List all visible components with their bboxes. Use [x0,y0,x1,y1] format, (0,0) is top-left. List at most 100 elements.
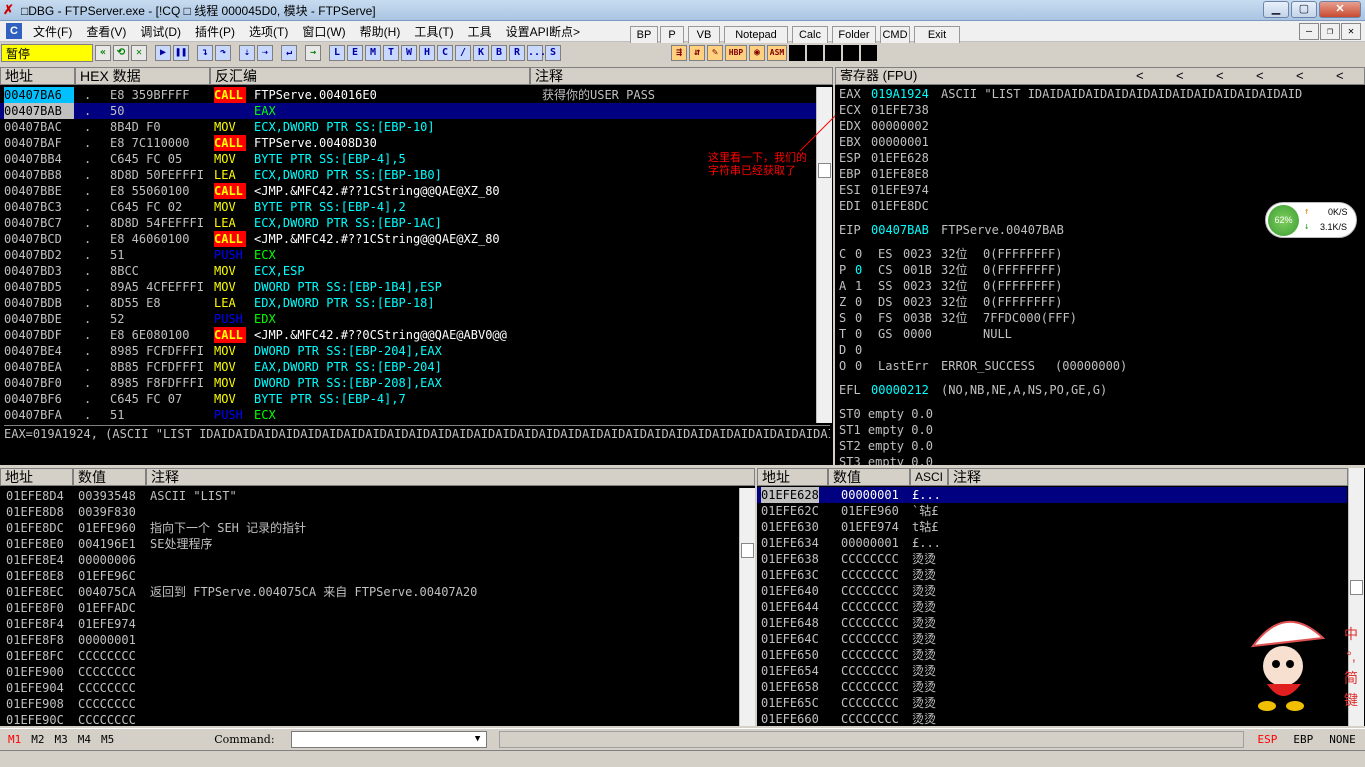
blank-tool-1[interactable] [789,45,805,61]
disasm-row[interactable]: 00407BDB. 8D55 E8 LEA EDX,DWORD PTR SS:[EBP… [0,295,816,311]
mdi-minimize-button[interactable]: – [1299,23,1319,40]
dump-col-header-value[interactable]: 数值 [73,468,146,486]
menu-plugins[interactable]: 插件(P) [188,23,242,40]
maximize-button[interactable]: ▢ [1291,1,1317,18]
patches-window-icon[interactable]: / [455,45,471,61]
references-window-icon[interactable]: R [509,45,525,61]
stack-pane[interactable]: 地址 数值 ASCI 注释 01EFE628 00000001 £... 01EFE6… [757,468,1365,726]
source-window-icon[interactable]: S [545,45,561,61]
minimize-button[interactable]: ▁ [1263,1,1289,18]
col-header-disasm[interactable]: 反汇编 [210,67,530,85]
plugin-icon-1[interactable]: ⇶ [671,45,687,61]
asm-icon[interactable]: ASM [767,45,787,61]
dump-row[interactable]: 01EFE8F0 01EFFADC [0,600,738,616]
hbp-icon[interactable]: HBP [725,45,747,61]
stack-row[interactable]: 01EFE638 CCCCCCCC 烫烫 [757,551,1347,567]
dump-row[interactable]: 01EFE90C CCCCCCCC [0,712,738,726]
pause-icon[interactable]: ❚❚ [173,45,189,61]
dump-col-header-address[interactable]: 地址 [0,468,73,486]
dump-col-header-comment[interactable]: 注释 [146,468,755,486]
register-nav-button[interactable]: < [1336,68,1364,84]
dump-row[interactable]: 01EFE8D4 00393548 ASCII "LIST" [0,488,738,504]
log-window-icon[interactable]: L [329,45,345,61]
reg-ebp-toggle[interactable]: EBP [1293,733,1313,746]
disasm-row[interactable]: 00407BC3. C645 FC 02 MOV BYTE PTR SS:[EBP-4… [0,199,816,215]
disasm-row[interactable]: 00407BC7. 8D8D 54FEFFFI LEA ECX,DWORD PTR S… [0,215,816,231]
plugin-icon-3[interactable]: ✎ [707,45,723,61]
register-nav-button[interactable]: < [1136,68,1176,84]
blank-tool-2[interactable] [807,45,823,61]
dump-scrollbar[interactable] [739,488,755,726]
dump-row[interactable]: 01EFE8E0 004196E1 SE处理程序 [0,536,738,552]
memtab-m4[interactable]: M4 [78,733,91,746]
registers-pane[interactable]: 寄存器 (FPU) < < < < < < EAX 019A1924 ASCII "LIST … [835,67,1365,465]
threads-window-icon[interactable]: T [383,45,399,61]
quick-exit-button[interactable]: Exit [914,26,960,44]
ime-punct[interactable]: °, [1342,645,1360,667]
menu-tools-t[interactable]: 工具(T) [407,23,460,40]
quick-vb-button[interactable]: VB [688,26,720,44]
quick-cmd-button[interactable]: CMD [880,26,910,44]
register-nav-button[interactable]: < [1256,68,1296,84]
dump-row[interactable]: 01EFE904 CCCCCCCC [0,680,738,696]
disasm-row[interactable]: 00407BD3. 8BCC MOV ECX,ESP [0,263,816,279]
disasm-row[interactable]: 00407BBE. E8 55060100 CALL <JMP.&MFC42.#??1… [0,183,816,199]
mdi-restore-button[interactable]: ❐ [1320,23,1340,40]
c-app-icon[interactable]: C [6,23,22,39]
disasm-scroll-thumb[interactable] [818,163,831,178]
cpu-window-icon[interactable]: C [437,45,453,61]
run-trace-window-icon[interactable]: ... [527,45,546,61]
blank-tool-3[interactable] [825,45,841,61]
disasm-row[interactable]: 00407BDF. E8 6E080100 CALL <JMP.&MFC42.#??0… [0,327,816,343]
ime-keyboard[interactable]: 键 [1342,689,1360,711]
stack-row[interactable]: 01EFE62C 01EFE960 `轱£ [757,503,1347,519]
disasm-row[interactable]: 00407BDE. 52 PUSH EDX [0,311,816,327]
stack-row[interactable]: 01EFE628 00000001 £... [757,487,1347,503]
stack-col-header-value[interactable]: 数值 [828,468,910,486]
stack-row[interactable]: 01EFE640 CCCCCCCC 烫烫 [757,583,1347,599]
memtab-m3[interactable]: M3 [55,733,68,746]
disasm-row[interactable]: 00407BF6. C645 FC 07 MOV BYTE PTR SS:[EBP-4… [0,391,816,407]
trace-over-icon[interactable]: ⇢ [257,45,273,61]
memory-window-icon[interactable]: M [365,45,381,61]
run-icon[interactable]: ▶ [155,45,171,61]
ime-chinese[interactable]: 中 [1342,623,1360,645]
handles-window-icon[interactable]: H [419,45,435,61]
mdi-close-button[interactable]: ✕ [1341,23,1361,40]
ime-simplified[interactable]: 简 [1342,667,1360,689]
step-over-icon[interactable]: ↷ [215,45,231,61]
menu-file[interactable]: 文件(F) [26,23,79,40]
dump-row[interactable]: 01EFE8DC 01EFE960 指向下一个 SEH 记录的指针 [0,520,738,536]
step-into-icon[interactable]: ↴ [197,45,213,61]
dump-scroll-thumb[interactable] [741,543,754,558]
breakpoints-window-icon[interactable]: B [491,45,507,61]
disasm-row[interactable]: 00407BAC. 8B4D F0 MOV ECX,DWORD PTR SS:[EBP… [0,119,816,135]
dump-pane[interactable]: 地址 数值 注释 01EFE8D4 00393548 ASCII "LIST" 01E… [0,468,755,726]
disasm-row[interactable]: 00407BA6. E8 359BFFFF CALL FTPServe.004016E… [0,87,816,103]
disasm-row[interactable]: 00407BAF. E8 7C110000 CALL FTPServe.00408D3… [0,135,816,151]
dump-row[interactable]: 01EFE8D8 0039F830 [0,504,738,520]
reg-esp-toggle[interactable]: ESP [1258,733,1278,746]
menu-view[interactable]: 查看(V) [79,23,133,40]
quick-calc-button[interactable]: Calc [792,26,828,44]
disasm-row[interactable]: 00407BFA. 51 PUSH ECX [0,407,816,423]
col-header-address[interactable]: 地址 [0,67,75,85]
blank-tool-5[interactable] [861,45,877,61]
restart-icon[interactable]: « [95,45,111,61]
disasm-row[interactable]: 00407BB8. 8D8D 50FEFFFI LEA ECX,DWORD PTR S… [0,167,816,183]
memtab-m5[interactable]: M5 [101,733,114,746]
disasm-row[interactable]: 00407BF0. 8985 F8FDFFFI MOV DWORD PTR SS:[E… [0,375,816,391]
goto-icon[interactable]: → [305,45,321,61]
disassembly-pane[interactable]: 地址 HEX 数据 反汇编 注释 00407BA6. E8 359BFFFF CAL… [0,67,833,465]
dump-row[interactable]: 01EFE908 CCCCCCCC [0,696,738,712]
quick-folder-button[interactable]: Folder [832,26,876,44]
disasm-row[interactable]: 00407BEA. 8B85 FCFDFFFI MOV EAX,DWORD PTR S… [0,359,816,375]
registers-header[interactable]: 寄存器 (FPU) < < < < < < [835,67,1365,85]
menu-api-breakpoints[interactable]: 设置API断点> [499,23,587,40]
dump-row[interactable]: 01EFE8E4 00000006 [0,552,738,568]
disasm-row[interactable]: 00407BD2. 51 PUSH ECX [0,247,816,263]
stack-row[interactable]: 01EFE630 01EFE974 t轱£ [757,519,1347,535]
stack-col-header-ascii[interactable]: ASCI [910,468,948,486]
network-speed-widget[interactable]: 62% ↑ 0K/S ↓ 3.1K/S [1265,202,1357,238]
plugin-icon-2[interactable]: ⇵ [689,45,705,61]
